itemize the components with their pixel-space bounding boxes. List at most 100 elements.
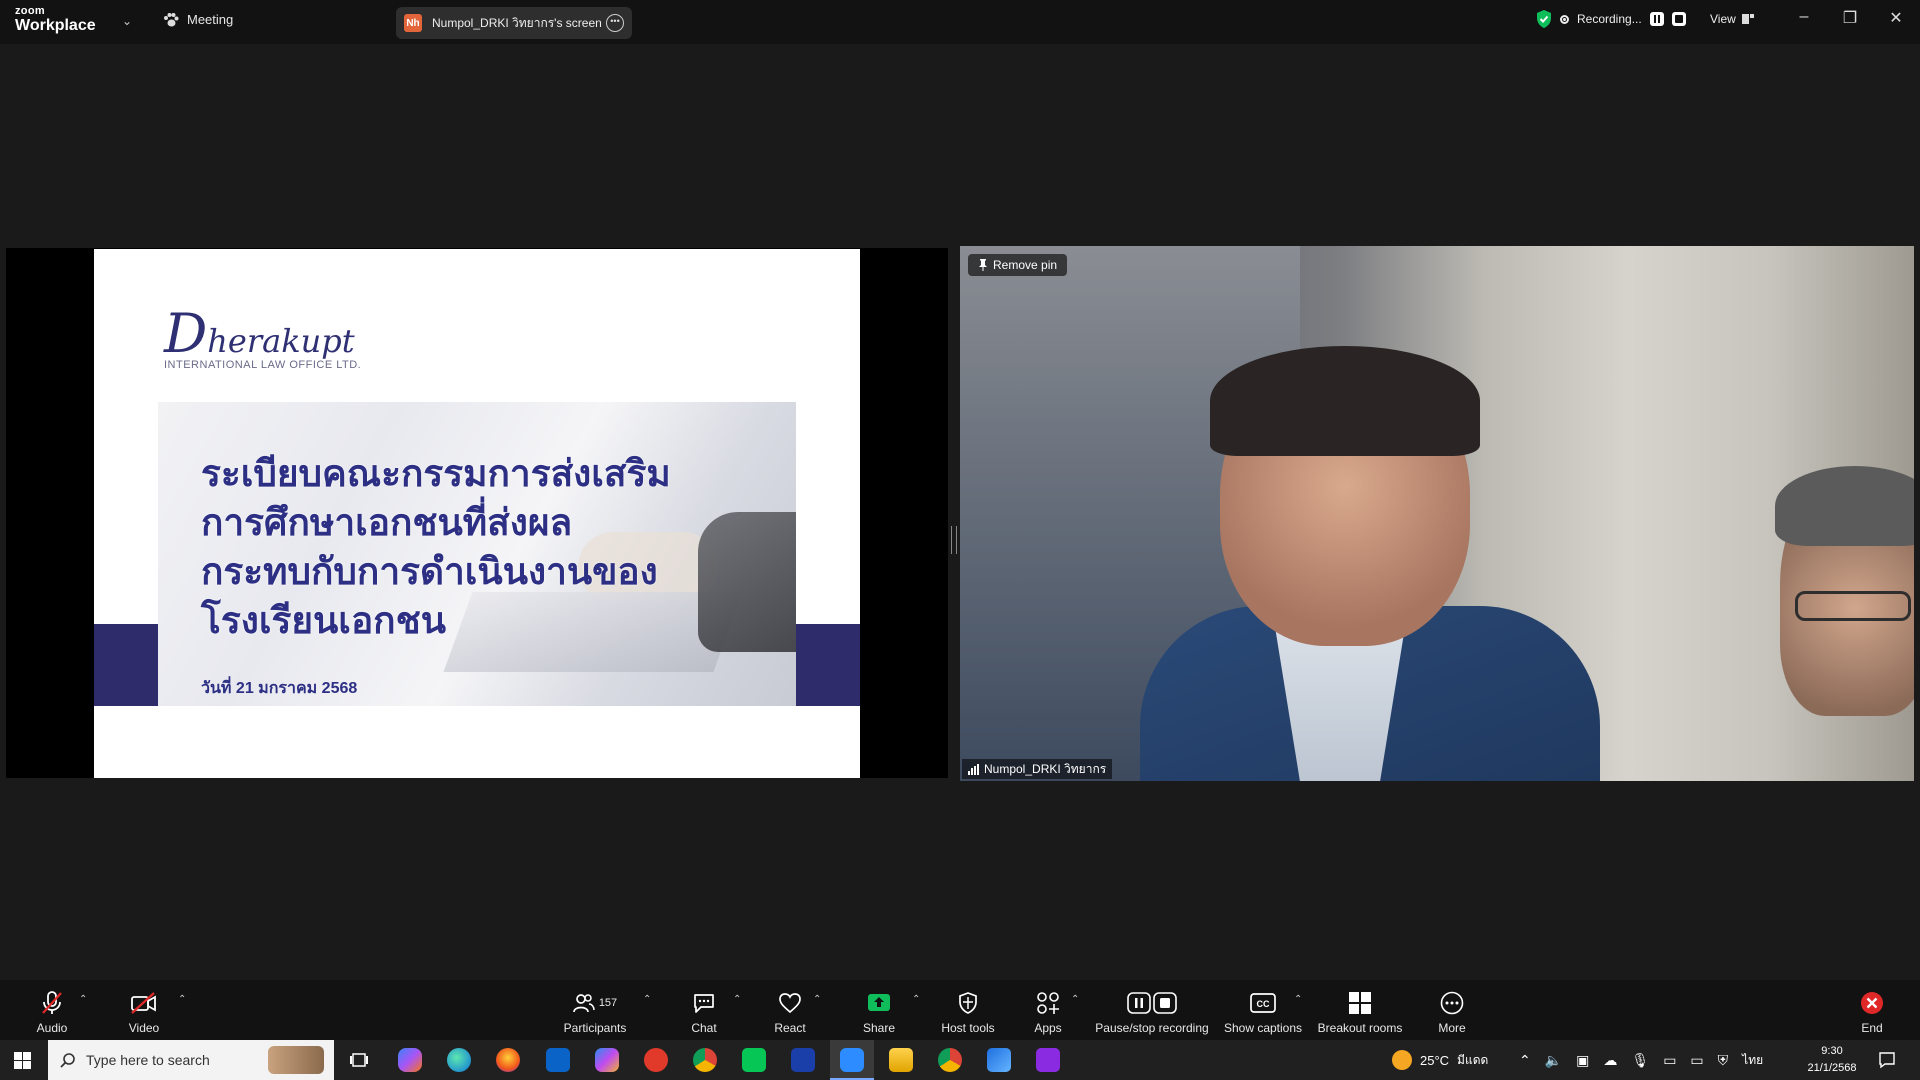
signal-strength-icon xyxy=(968,763,979,775)
video-label: Video xyxy=(128,1021,160,1035)
apps-label: Apps xyxy=(1034,1021,1062,1035)
chrome-app-icon[interactable] xyxy=(693,1048,717,1072)
zoom-taskbar-active[interactable] xyxy=(830,1040,874,1080)
react-options-caret[interactable]: ⌃ xyxy=(813,994,821,1005)
end-icon xyxy=(1861,992,1883,1014)
apps-button[interactable]: Apps xyxy=(1024,980,1072,1040)
pause-icon xyxy=(1653,15,1660,23)
outlook-app-icon[interactable] xyxy=(546,1048,570,1072)
video-options-caret[interactable]: ⌃ xyxy=(178,994,186,1005)
shared-screen-pill[interactable]: Nh Numpol_DRKI วิทยากร's screen ••• xyxy=(396,7,632,39)
office-app-icon[interactable] xyxy=(595,1048,619,1072)
network-icon[interactable]: ▭ xyxy=(1663,1052,1676,1069)
minimize-button[interactable]: – xyxy=(1784,8,1824,26)
recording-dot-icon xyxy=(1560,14,1569,24)
restore-button[interactable]: ❐ xyxy=(1830,8,1870,28)
security-shield-icon[interactable] xyxy=(1536,10,1552,28)
close-button[interactable]: ✕ xyxy=(1876,8,1916,28)
participants-button[interactable]: 157 Participants xyxy=(557,980,633,1040)
slide-date: วันที่ 21 มกราคม 2568 xyxy=(201,680,358,697)
audio-button[interactable]: Audio xyxy=(28,980,76,1040)
video-button[interactable]: Video xyxy=(120,980,168,1040)
end-meeting-button[interactable]: End xyxy=(1848,980,1896,1040)
windows-start-icon[interactable] xyxy=(14,1052,31,1069)
input-language[interactable]: ไทย xyxy=(1742,1051,1763,1070)
weather-widget[interactable]: 25°C มีแดด xyxy=(1392,1040,1488,1080)
clock-date: 21/1/2568 xyxy=(1807,1062,1857,1074)
taskbar-search-box[interactable]: Type here to search xyxy=(48,1040,334,1080)
chevron-up-icon[interactable]: ⌃ xyxy=(1519,1052,1531,1069)
speaker-video-tile[interactable]: Remove pin Numpol_DRKI วิทยากร xyxy=(960,246,1914,781)
gemini-app-icon[interactable] xyxy=(1036,1048,1060,1072)
display-icon[interactable]: ▭ xyxy=(1690,1052,1703,1069)
share-screen-icon xyxy=(868,994,890,1011)
cloud-icon[interactable]: ☁ xyxy=(1603,1052,1617,1069)
task-view-icon[interactable] xyxy=(350,1050,370,1070)
more-button[interactable]: More xyxy=(1428,980,1476,1040)
slide-title-line: ระเบียบคณะกรรมการส่งเสริม xyxy=(201,453,671,494)
logo-initial: D xyxy=(164,302,208,365)
captions-options-caret[interactable]: ⌃ xyxy=(1294,994,1302,1005)
stop-recording-button[interactable] xyxy=(1671,12,1686,26)
shared-screen-view[interactable]: Dherakupt INTERNATIONAL LAW OFFICE LTD. … xyxy=(6,248,948,778)
weather-temp: 25°C xyxy=(1420,1052,1450,1068)
shared-screen-label: Numpol_DRKI วิทยากร's screen xyxy=(432,15,602,30)
speaker-figure xyxy=(1110,306,1600,781)
edge-app-icon[interactable] xyxy=(447,1048,471,1072)
participants-options-caret[interactable]: ⌃ xyxy=(643,994,651,1005)
slide-title: ระเบียบคณะกรรมการส่งเสริม การศึกษาเอกชนท… xyxy=(201,449,801,645)
end-label: End xyxy=(1861,1021,1883,1035)
taskbar-clock[interactable]: 9:30 21/1/2568 xyxy=(1800,1043,1864,1077)
react-button[interactable]: React xyxy=(766,980,814,1040)
chevron-down-icon[interactable]: ⌄ xyxy=(122,14,132,28)
sun-icon xyxy=(1392,1050,1412,1070)
line-app-icon[interactable] xyxy=(742,1048,766,1072)
search-icon xyxy=(60,1053,75,1068)
pause-recording-button[interactable] xyxy=(1649,12,1664,26)
more-icon xyxy=(1440,991,1464,1015)
meeting-menu[interactable]: Meeting xyxy=(163,12,233,27)
file-explorer-app-icon[interactable] xyxy=(889,1048,913,1072)
share-button[interactable]: Share xyxy=(855,980,903,1040)
recording-label: Recording... xyxy=(1577,12,1642,26)
copilot-app-icon[interactable] xyxy=(398,1048,422,1072)
webex-app-icon[interactable] xyxy=(791,1048,815,1072)
breakout-rooms-button[interactable]: Breakout rooms xyxy=(1316,980,1404,1040)
firefox-app-icon[interactable] xyxy=(496,1048,520,1072)
more-options-icon[interactable]: ••• xyxy=(606,14,624,32)
mic-tray-icon[interactable]: 🎙 xyxy=(1631,1052,1649,1069)
brand-large: Workplace xyxy=(15,17,96,34)
pause-stop-recording-button[interactable]: Pause/stop recording xyxy=(1093,980,1211,1040)
chat-options-caret[interactable]: ⌃ xyxy=(733,994,741,1005)
top-bar: zoom Workplace ⌄ Meeting Nh Numpol_DRKI … xyxy=(0,0,1920,44)
participant-name: Numpol_DRKI วิทยากร xyxy=(984,761,1107,776)
system-tray: ⌃ 🔈 ▣ ☁ 🎙 ▭ ▭ ⛨ ไทย xyxy=(1519,1040,1763,1080)
weather-text: มีแดด xyxy=(1457,1052,1489,1067)
split-divider-handle[interactable] xyxy=(951,526,957,554)
audio-options-caret[interactable]: ⌃ xyxy=(79,994,87,1005)
photos-app-icon[interactable] xyxy=(987,1048,1011,1072)
acrobat-app-icon[interactable] xyxy=(644,1048,668,1072)
host-tools-button[interactable]: Host tools xyxy=(934,980,1002,1040)
zoom-logo: zoom Workplace xyxy=(15,6,96,34)
brand-small: zoom xyxy=(15,5,45,17)
apps-options-caret[interactable]: ⌃ xyxy=(1071,994,1079,1005)
notification-icon[interactable] xyxy=(1878,1051,1896,1069)
security-tray-icon[interactable]: ⛨ xyxy=(1718,1052,1729,1069)
chat-button[interactable]: Chat xyxy=(680,980,728,1040)
speaker-hair xyxy=(1210,346,1480,456)
view-label: View xyxy=(1710,12,1736,26)
recording-status: Recording... xyxy=(1536,10,1686,28)
second-person-hair xyxy=(1775,466,1914,546)
stop-icon xyxy=(1674,15,1683,23)
share-options-caret[interactable]: ⌃ xyxy=(912,994,920,1005)
meet-now-icon[interactable]: ▣ xyxy=(1576,1052,1589,1069)
show-captions-button[interactable]: CC Show captions xyxy=(1222,980,1304,1040)
view-button[interactable]: View xyxy=(1710,12,1754,26)
windows-taskbar: Type here to search 25°C มีแดด ⌃ 🔈 ▣ ☁ 🎙… xyxy=(0,1040,1920,1080)
apps-icon xyxy=(1037,992,1059,1014)
chrome-profile-app-icon[interactable] xyxy=(938,1048,962,1072)
svg-text:CC: CC xyxy=(1257,999,1270,1009)
speaker-icon[interactable]: 🔈 xyxy=(1545,1052,1562,1069)
remove-pin-button[interactable]: Remove pin xyxy=(968,254,1068,276)
